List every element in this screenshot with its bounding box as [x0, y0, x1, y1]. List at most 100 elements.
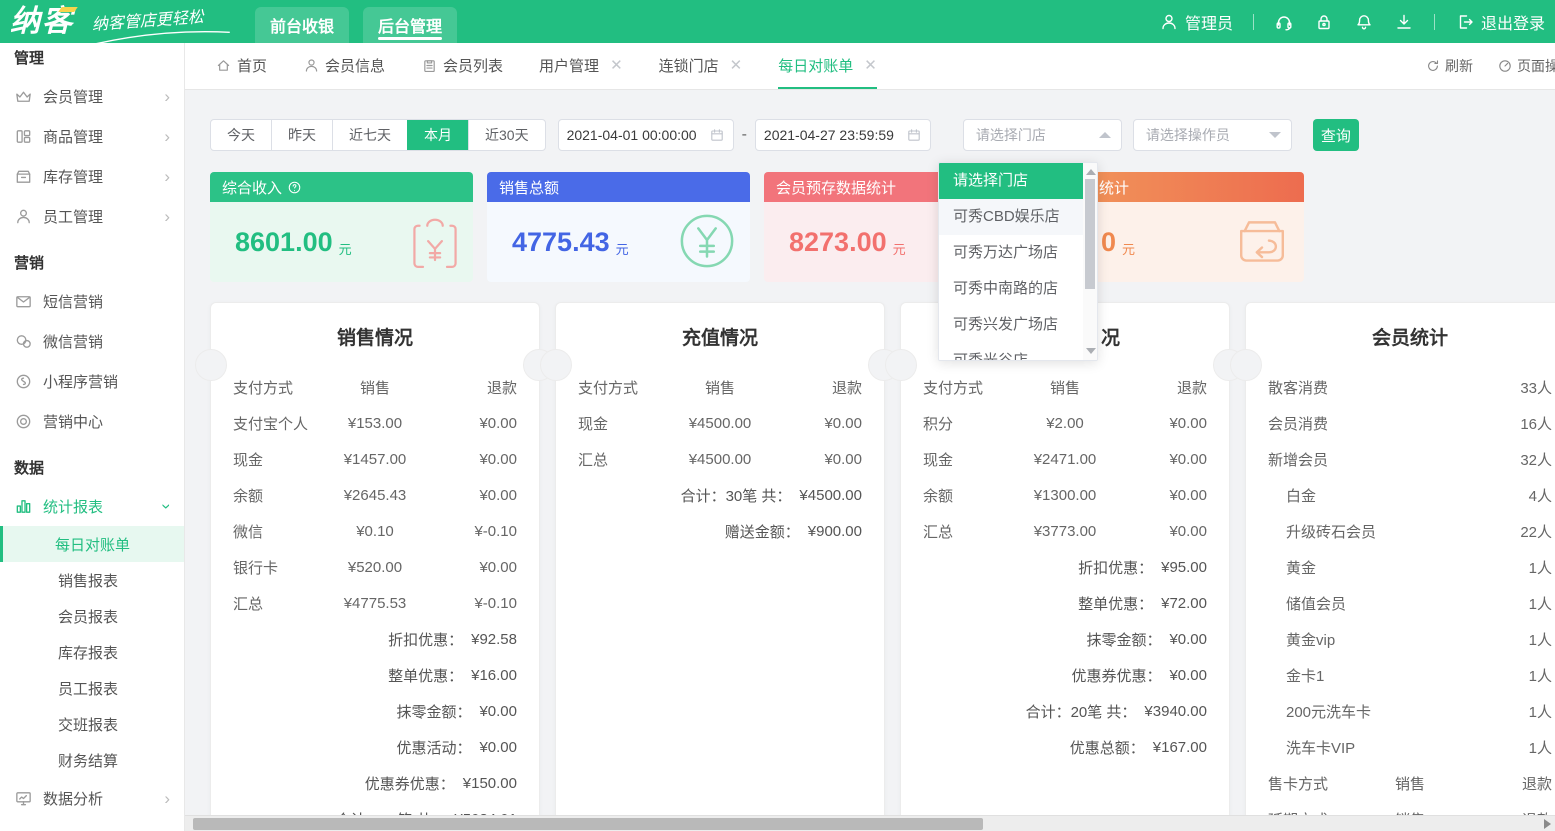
sidebar-subitem-员工报表[interactable]: 员工报表 [0, 670, 184, 706]
card-body: 4775.43 元 [487, 202, 750, 282]
table-header-row: 支付方式销售退款 [233, 369, 517, 405]
list-icon [421, 57, 438, 74]
stat-row: 白金4人 [1268, 477, 1552, 513]
sidebar-item-统计报表[interactable]: 统计报表› [0, 486, 184, 526]
store-option-可秀中南路的店[interactable]: 可秀中南路的店 [939, 271, 1083, 307]
sidebar-item-微信营销[interactable]: 微信营销 [0, 321, 184, 361]
page-tab-首页[interactable]: 首页 [215, 43, 267, 89]
close-icon[interactable]: ✕ [730, 56, 743, 74]
dropdown-scrollbar[interactable] [1083, 163, 1097, 360]
sidebar-item-label: 短信营销 [43, 291, 103, 312]
page-tab-连锁门店[interactable]: 连锁门店✕ [659, 43, 743, 89]
lock-button[interactable] [1314, 12, 1334, 32]
sidebar-item-label: 小程序营销 [43, 371, 118, 392]
page-tab-label: 会员信息 [325, 55, 385, 76]
quick-range-group: 今天昨天近七天本月近30天 [210, 119, 546, 151]
stat-row: 200元洗车卡1人 [1268, 693, 1552, 729]
panel-recharge: 充值情况 支付方式销售退款现金¥4500.00¥0.00汇总¥4500.00¥0… [555, 302, 885, 831]
quick-range-近30天[interactable]: 近30天 [468, 120, 545, 150]
sidebar-item-营销中心[interactable]: 营销中心 [0, 401, 184, 441]
sidebar-subitem-每日对账单[interactable]: 每日对账单 [0, 526, 184, 562]
dropdown-scrollbar-thumb[interactable] [1085, 179, 1095, 289]
sidebar-subitem-交班报表[interactable]: 交班报表 [0, 706, 184, 742]
sidebar-item-小程序营销[interactable]: 小程序营销 [0, 361, 184, 401]
notifications-button[interactable] [1354, 12, 1374, 32]
sidebar-subitem-销售报表[interactable]: 销售报表 [0, 562, 184, 598]
page-ops-button[interactable]: 页面操作 [1497, 56, 1555, 76]
stat-row: 新增会员32人 [1268, 441, 1552, 477]
page-tab-每日对账单[interactable]: 每日对账单✕ [778, 43, 877, 89]
summary-row: 抹零金额：¥0.00 [233, 693, 517, 729]
sidebar-item-会员管理[interactable]: 会员管理› [0, 76, 184, 116]
stat-label: 洗车卡VIP [1286, 737, 1355, 758]
refresh-button[interactable]: 刷新 [1425, 56, 1473, 76]
tab-front-cashier[interactable]: 前台收银 [255, 7, 349, 43]
stat-row: 黄金1人 [1268, 549, 1552, 585]
download-icon [1394, 12, 1414, 32]
close-icon[interactable]: ✕ [610, 56, 623, 74]
table-row: 汇总¥4500.00¥0.00 [578, 441, 862, 477]
brand-logo: 纳客 [10, 2, 74, 42]
quick-range-昨天[interactable]: 昨天 [271, 120, 332, 150]
divider [1434, 14, 1435, 30]
sidebar-section-label: 系统 [0, 818, 184, 831]
store-option-可秀万达广场店[interactable]: 可秀万达广场店 [939, 235, 1083, 271]
store-option-可秀CBD娱乐店[interactable]: 可秀CBD娱乐店 [939, 199, 1083, 235]
horizontal-scrollbar[interactable] [185, 815, 1555, 831]
stat-value: 32人 [1520, 449, 1552, 470]
sidebar-subitem-财务结算[interactable]: 财务结算 [0, 742, 184, 778]
download-button[interactable] [1394, 12, 1414, 32]
page-tab-会员信息[interactable]: 会员信息 [303, 43, 385, 89]
sidebar-item-商品管理[interactable]: 商品管理› [0, 116, 184, 156]
summary-row: 合计：30笔 共：¥4500.00 [578, 477, 862, 513]
search-button[interactable]: 查询 [1313, 119, 1359, 151]
logout-button[interactable]: 退出登录 [1455, 10, 1545, 34]
chevron-down-icon [1269, 132, 1281, 138]
help-icon[interactable] [287, 180, 302, 195]
circle-yen-icon [678, 212, 736, 270]
sidebar-item-数据分析[interactable]: 数据分析› [0, 778, 184, 818]
summary-row: 优惠券优惠：¥0.00 [923, 657, 1207, 693]
store-option-可秀光谷店[interactable]: 可秀光谷店 [939, 343, 1083, 361]
workspace: 今天昨天近七天本月近30天 2021-04-01 00:00:00 - 2021… [185, 90, 1555, 831]
scroll-down-arrow[interactable] [1086, 348, 1096, 354]
summary-row: 优惠总额：¥167.00 [923, 729, 1207, 765]
quick-range-本月[interactable]: 本月 [407, 120, 468, 150]
store-select[interactable]: 请选择门店 [963, 119, 1122, 151]
sidebar-item-员工管理[interactable]: 员工管理› [0, 196, 184, 236]
sidebar-item-短信营销[interactable]: 短信营销 [0, 281, 184, 321]
store-option-请选择门店[interactable]: 请选择门店 [939, 163, 1083, 199]
summary-panels: 销售情况 支付方式销售退款支付宝个人¥153.00¥0.00现金¥1457.00… [210, 302, 1555, 831]
quick-range-今天[interactable]: 今天 [211, 120, 271, 150]
stat-label: 白金 [1286, 485, 1316, 506]
quick-range-近七天[interactable]: 近七天 [332, 120, 407, 150]
tab-backend-manage[interactable]: 后台管理 [363, 7, 457, 43]
stat-label: 200元洗车卡 [1286, 701, 1371, 722]
scroll-up-arrow[interactable] [1086, 169, 1096, 175]
page-tab-label: 用户管理 [539, 55, 599, 76]
chevron-right-icon: › [164, 208, 170, 225]
table-row: 余额¥1300.00¥0.00 [923, 477, 1207, 513]
close-icon[interactable]: ✕ [864, 56, 877, 74]
summary-row: 整单优惠：¥16.00 [233, 657, 517, 693]
scrollbar-thumb[interactable] [193, 818, 983, 830]
table-row: 银行卡¥520.00¥0.00 [233, 549, 517, 585]
table-row: 支付宝个人¥153.00¥0.00 [233, 405, 517, 441]
sidebar-subitem-库存报表[interactable]: 库存报表 [0, 634, 184, 670]
card-title: 综合收入 [222, 177, 282, 198]
sidebar-item-库存管理[interactable]: 库存管理› [0, 156, 184, 196]
admin-user[interactable]: 管理员 [1159, 10, 1233, 34]
operator-select[interactable]: 请选择操作员 [1133, 119, 1292, 151]
sidebar-subitem-会员报表[interactable]: 会员报表 [0, 598, 184, 634]
scrollbar-right-arrow[interactable] [1544, 819, 1551, 829]
date-start-input[interactable]: 2021-04-01 00:00:00 [558, 119, 734, 151]
page-tab-用户管理[interactable]: 用户管理 ✕ [539, 43, 623, 89]
panel-table: 散客消费33人会员消费16人新增会员32人白金4人升级砖石会员22人黄金1人储值… [1268, 369, 1552, 831]
table-header-row: 支付方式销售退款 [923, 369, 1207, 405]
date-end-input[interactable]: 2021-04-27 23:59:59 [755, 119, 931, 151]
page-tab-会员列表[interactable]: 会员列表 [421, 43, 503, 89]
store-option-可秀兴发广场店[interactable]: 可秀兴发广场店 [939, 307, 1083, 343]
sidebar-section-label: 数据 [0, 441, 184, 486]
support-button[interactable] [1274, 12, 1294, 32]
stat-value: 16人 [1520, 413, 1552, 434]
